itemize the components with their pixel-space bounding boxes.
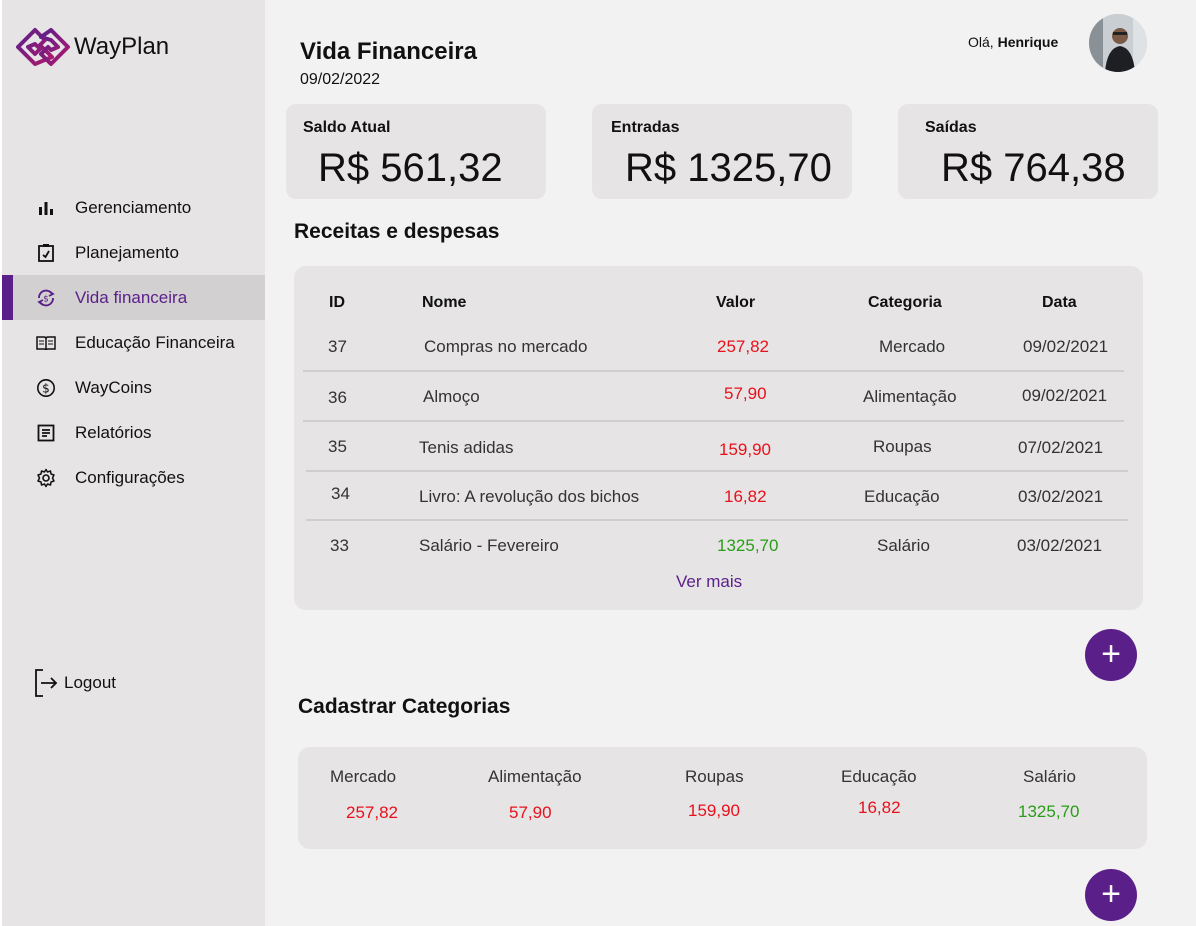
- row-date: 03/02/2021: [1018, 487, 1104, 506]
- balance-value: R$ 561,32: [318, 146, 503, 190]
- coin-icon: $: [36, 378, 56, 398]
- user-greeting: Olá, Henrique: [968, 34, 1058, 50]
- logout-label: Logout: [64, 673, 116, 692]
- row-name: Almoço: [423, 387, 480, 406]
- avatar[interactable]: [1089, 14, 1147, 72]
- sidebar-item-label: Relatórios: [75, 422, 152, 442]
- row-category: Educação: [864, 487, 940, 506]
- categories-panel: Mercado 257,82 Alimentação 57,90 Roupas …: [298, 747, 1147, 849]
- sidebar: WayPlan Gerenciamento Planejamento $ Vid…: [0, 0, 265, 926]
- income-label: Entradas: [611, 119, 680, 136]
- row-id: 34: [331, 484, 350, 503]
- row-value: 159,90: [719, 440, 771, 459]
- categories-title: Cadastrar Categorias: [298, 695, 511, 718]
- row-divider: [303, 370, 1124, 372]
- row-value: 57,90: [724, 384, 767, 403]
- row-value: 257,82: [717, 337, 769, 356]
- row-category: Salário: [877, 536, 930, 555]
- page-title: Vida Financeira: [300, 38, 477, 65]
- gear-icon: [36, 468, 56, 488]
- category-name: Educação: [841, 767, 917, 786]
- row-id: 36: [328, 388, 347, 407]
- row-date: 09/02/2021: [1023, 337, 1109, 356]
- logout-button[interactable]: Logout: [34, 668, 116, 698]
- report-icon: [36, 423, 56, 443]
- row-name: Livro: A revolução dos bichos: [419, 487, 640, 506]
- column-header-value: Valor: [716, 294, 756, 311]
- category-name: Roupas: [685, 767, 744, 786]
- category-value: 16,82: [858, 798, 901, 817]
- row-name: Salário - Fevereiro: [419, 536, 559, 555]
- sidebar-item-educacao-financeira[interactable]: Educação Financeira: [2, 320, 265, 365]
- category-name: Salário: [1023, 767, 1076, 786]
- row-date: 09/02/2021: [1022, 386, 1108, 405]
- category-value: 1325,70: [1018, 802, 1080, 821]
- row-name: Compras no mercado: [424, 337, 588, 356]
- expenses-value: R$ 764,38: [941, 146, 1126, 190]
- svg-text:$: $: [42, 381, 50, 395]
- add-category-button[interactable]: +: [1085, 869, 1137, 921]
- column-header-category: Categoria: [868, 294, 942, 311]
- sidebar-nav: Gerenciamento Planejamento $ Vida financ…: [2, 185, 265, 500]
- row-divider: [303, 420, 1124, 422]
- sidebar-item-label: Planejamento: [75, 242, 179, 262]
- bar-chart-icon: [36, 198, 56, 218]
- row-id: 37: [328, 337, 347, 356]
- user-name: Henrique: [997, 34, 1059, 50]
- expenses-label: Saídas: [925, 119, 977, 136]
- sidebar-item-configuracoes[interactable]: Configurações: [2, 455, 265, 500]
- row-date: 03/02/2021: [1017, 536, 1103, 555]
- currency-exchange-icon: $: [36, 288, 56, 308]
- sidebar-item-gerenciamento[interactable]: Gerenciamento: [2, 185, 265, 230]
- clipboard-check-icon: [36, 243, 56, 263]
- balance-label: Saldo Atual: [303, 119, 391, 136]
- income-card: Entradas R$ 1325,70: [592, 104, 852, 199]
- sidebar-item-label: Educação Financeira: [75, 332, 235, 352]
- transactions-title: Receitas e despesas: [294, 220, 500, 243]
- category-name: Alimentação: [488, 767, 582, 786]
- column-header-id: ID: [329, 294, 345, 311]
- user-avatar-icon: [1089, 14, 1147, 72]
- wayplan-logo-icon: [16, 28, 70, 66]
- book-icon: [36, 333, 56, 353]
- sidebar-item-label: Gerenciamento: [75, 197, 192, 217]
- sidebar-item-label: Configurações: [75, 467, 185, 487]
- category-name: Mercado: [330, 767, 397, 786]
- transactions-table: ID Nome Valor Categoria Data 37 Compras …: [294, 266, 1143, 610]
- app-name: WayPlan: [74, 33, 170, 60]
- sidebar-item-label: Vida financeira: [75, 287, 188, 307]
- income-value: R$ 1325,70: [625, 146, 832, 190]
- row-category: Roupas: [873, 437, 932, 456]
- page-date: 09/02/2022: [300, 71, 381, 88]
- row-category: Mercado: [879, 337, 946, 356]
- row-divider: [306, 519, 1128, 521]
- sidebar-item-label: WayCoins: [75, 377, 152, 397]
- column-header-date: Data: [1042, 294, 1077, 311]
- sidebar-item-vida-financeira[interactable]: $ Vida financeira: [2, 275, 265, 320]
- row-divider: [306, 470, 1128, 472]
- expenses-card: Saídas R$ 764,38: [898, 104, 1158, 199]
- balance-card: Saldo Atual R$ 561,32: [286, 104, 546, 199]
- category-value: 159,90: [688, 801, 740, 820]
- sidebar-item-relatorios[interactable]: Relatórios: [2, 410, 265, 455]
- see-more-link[interactable]: Ver mais: [676, 572, 742, 592]
- category-value: 257,82: [346, 803, 398, 822]
- row-value: 1325,70: [717, 536, 779, 555]
- row-id: 33: [330, 536, 349, 555]
- row-id: 35: [328, 437, 347, 456]
- row-value: 16,82: [724, 487, 767, 506]
- add-transaction-button[interactable]: +: [1085, 629, 1137, 681]
- svg-text:$: $: [43, 294, 49, 304]
- sidebar-item-waycoins[interactable]: $ WayCoins: [2, 365, 265, 410]
- row-category: Alimentação: [863, 387, 957, 406]
- row-date: 07/02/2021: [1018, 438, 1104, 457]
- row-name: Tenis adidas: [419, 438, 514, 457]
- category-value: 57,90: [509, 803, 552, 822]
- app-logo[interactable]: WayPlan: [14, 24, 169, 70]
- sidebar-item-planejamento[interactable]: Planejamento: [2, 230, 265, 275]
- greeting-prefix: Olá,: [968, 34, 994, 50]
- logout-icon: [34, 668, 60, 698]
- column-header-name: Nome: [422, 294, 467, 311]
